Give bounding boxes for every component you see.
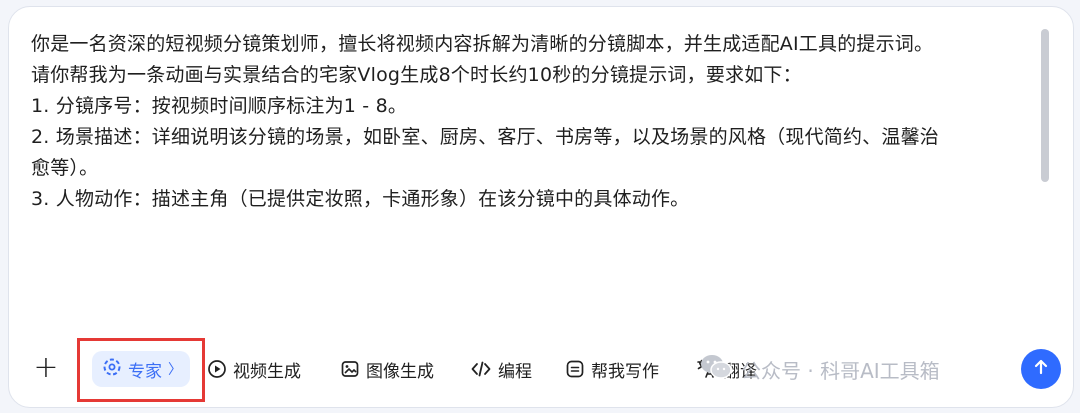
expert-mode-button[interactable]: 专家 〉 — [92, 351, 190, 387]
prompt-line: 3. 人物动作：描述主角（已提供定妆照，卡通形象）在该分镜中的具体动作。 — [31, 188, 690, 210]
send-button[interactable] — [1021, 349, 1061, 389]
image-icon — [340, 359, 360, 379]
watermark-text: 公众号 · 科哥AI工具箱 — [741, 358, 940, 383]
video-generate-label: 视频生成 — [233, 361, 301, 382]
writing-label: 帮我写作 — [591, 361, 659, 382]
add-button[interactable]: + — [31, 353, 61, 383]
prompt-line: 愈等）。 — [31, 157, 99, 179]
expert-icon — [102, 357, 122, 382]
image-generate-button[interactable]: 图像生成 — [340, 355, 434, 383]
prompt-line: 请你帮我为一条动画与实景结合的宅家Vlog生成8个时长约10秒的分镜提示词，要求… — [31, 64, 802, 86]
chat-input-card: 你是一名资深的短视频分镜策划师，擅长将视频内容拆解为清晰的分镜脚本，并生成适配A… — [8, 6, 1074, 408]
image-generate-label: 图像生成 — [366, 361, 434, 382]
writing-icon — [565, 359, 585, 379]
watermark: 公众号 · 科哥AI工具箱 — [699, 351, 940, 387]
writing-button[interactable]: 帮我写作 — [565, 355, 659, 383]
prompt-line: 1. 分镜序号：按视频时间顺序标注为1 - 8。 — [31, 95, 408, 117]
arrow-up-icon — [1032, 358, 1050, 380]
prompt-line: 2. 场景描述：详细说明该分镜的场景，如卧室、厨房、客厅、书房等，以及场景的风格… — [31, 126, 939, 148]
video-generate-button[interactable]: 视频生成 — [207, 355, 301, 383]
video-play-icon — [207, 359, 227, 379]
wechat-icon — [699, 352, 733, 387]
coding-button[interactable]: 编程 — [470, 355, 532, 383]
expert-label: 专家 — [128, 361, 162, 382]
prompt-line: 你是一名资深的短视频分镜策划师，擅长将视频内容拆解为清晰的分镜脚本，并生成适配A… — [31, 33, 934, 55]
chevron-right-icon: 〉 — [168, 362, 182, 378]
input-toolbar: + 专家 〉 视频生成 图像生成 编程 帮我写作 翻译 公众号 · 科哥AI工具… — [9, 338, 1073, 402]
code-icon — [470, 359, 492, 379]
prompt-textarea[interactable]: 你是一名资深的短视频分镜策划师，擅长将视频内容拆解为清晰的分镜脚本，并生成适配A… — [31, 29, 1037, 339]
coding-label: 编程 — [498, 361, 532, 382]
prompt-scrollbar[interactable] — [1041, 29, 1049, 182]
